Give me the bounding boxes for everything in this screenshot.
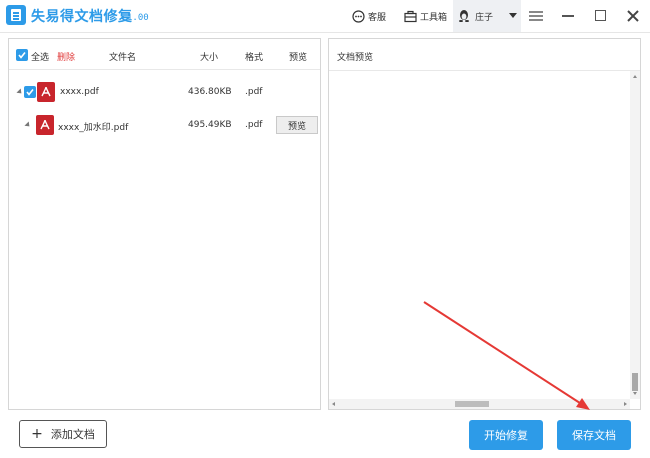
toolbox-button[interactable]: 工具箱 <box>404 6 447 26</box>
column-size: 大小 <box>200 53 219 63</box>
add-document-label: 添加文档 <box>50 428 95 441</box>
add-document-button[interactable]: + 添加文档 <box>19 420 107 448</box>
file-row[interactable]: xxxx_加水印.pdf 495.49KB .pdf 预览 <box>9 113 320 137</box>
minimize-icon[interactable] <box>562 15 574 17</box>
scroll-down-icon[interactable] <box>633 392 637 395</box>
expand-icon[interactable] <box>24 121 32 129</box>
checkbox-icon <box>26 89 34 96</box>
divider <box>329 70 640 71</box>
scroll-right-icon[interactable] <box>624 402 627 406</box>
user-name: 庄子 <box>475 13 494 23</box>
user-account-dropdown[interactable]: 庄子 <box>453 0 521 32</box>
document-preview-panel: 文档预览 <box>328 38 641 410</box>
toolbox-label: 工具箱 <box>420 12 448 23</box>
toolbox-icon <box>404 10 417 22</box>
file-size: 436.80KB <box>188 87 232 97</box>
horizontal-scrollbar[interactable] <box>329 399 630 409</box>
close-icon[interactable] <box>626 9 640 23</box>
title-bar: 失易得文档修复 1.00 客服 工具箱 庄子 <box>0 0 650 33</box>
save-document-button[interactable]: 保存文档 <box>557 420 631 450</box>
vertical-scrollbar[interactable] <box>630 71 640 399</box>
file-list-header: 全选 删除 文件名 大小 格式 预览 <box>9 39 320 70</box>
pdf-file-icon <box>37 82 55 102</box>
start-repair-button[interactable]: 开始修复 <box>469 420 543 450</box>
preview-title: 文档预览 <box>337 53 374 63</box>
file-checkbox[interactable] <box>24 86 36 98</box>
customer-service-button[interactable]: 客服 <box>352 6 386 26</box>
scroll-thumb[interactable] <box>632 373 638 391</box>
menu-icon[interactable] <box>529 11 543 21</box>
file-size: 495.49KB <box>188 120 232 130</box>
chat-icon <box>352 9 365 23</box>
customer-service-label: 客服 <box>368 12 387 23</box>
file-format: .pdf <box>245 120 263 130</box>
expand-icon[interactable] <box>16 88 24 96</box>
maximize-icon[interactable] <box>595 10 606 21</box>
scroll-left-icon[interactable] <box>332 402 335 406</box>
delete-button[interactable]: 删除 <box>57 50 75 63</box>
pdf-file-icon <box>36 115 54 135</box>
checkbox-icon <box>18 52 26 59</box>
column-format: 格式 <box>245 53 264 63</box>
scroll-thumb[interactable] <box>455 401 489 407</box>
column-preview: 预览 <box>289 53 308 63</box>
file-name: xxxx.pdf <box>60 87 99 97</box>
penguin-user-icon <box>459 10 469 22</box>
chevron-down-icon <box>509 13 517 18</box>
select-all-checkbox[interactable] <box>16 49 28 61</box>
app-logo-icon <box>6 5 26 25</box>
preview-button[interactable]: 预览 <box>276 116 318 134</box>
file-format: .pdf <box>245 87 263 97</box>
select-all-label[interactable]: 全选 <box>31 50 49 63</box>
plus-icon: + <box>31 426 43 442</box>
file-row[interactable]: xxxx.pdf 436.80KB .pdf <box>9 80 320 104</box>
column-filename: 文件名 <box>109 53 137 63</box>
file-name: xxxx_加水印.pdf <box>58 123 129 133</box>
file-list-panel: 全选 删除 文件名 大小 格式 预览 xxxx.pdf 436.80KB .pd… <box>8 38 321 410</box>
app-version: 1.00 <box>127 13 149 23</box>
scroll-up-icon[interactable] <box>633 75 637 78</box>
app-title: 失易得文档修复 <box>31 9 133 25</box>
